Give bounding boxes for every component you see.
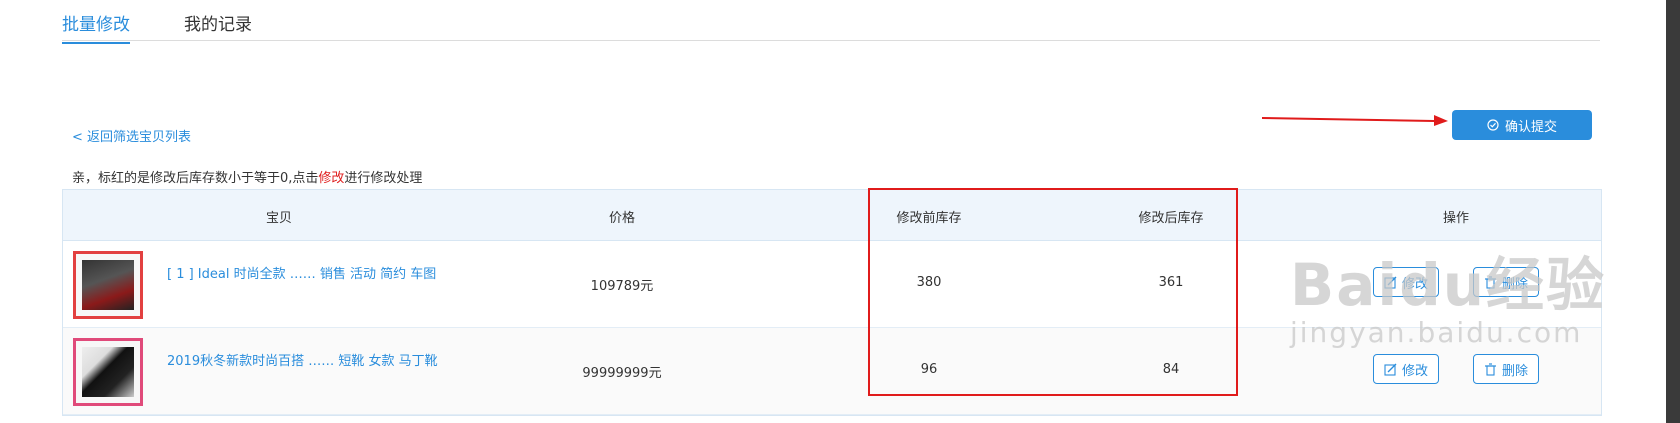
confirm-submit-button[interactable]: 确认提交 bbox=[1452, 110, 1592, 140]
annotation-arrow bbox=[1262, 115, 1448, 126]
table-row: [ 1 ] Ideal 时尚全款 …… 销售 活动 简约 车图 109789元 … bbox=[63, 241, 1601, 328]
delete-button[interactable]: 删除 bbox=[1473, 267, 1540, 297]
header-actions: 操作 bbox=[1442, 211, 1470, 226]
price-cell: 99999999元 bbox=[582, 366, 662, 381]
confirm-submit-label: 确认提交 bbox=[1504, 119, 1557, 135]
header-product: 宝贝 bbox=[265, 211, 293, 226]
product-thumbnail[interactable] bbox=[73, 338, 143, 406]
header-price: 价格 bbox=[608, 211, 636, 226]
header-stock-before: 修改前库存 bbox=[896, 211, 962, 226]
header-stock-after: 修改后库存 bbox=[1138, 211, 1204, 226]
notice-highlight: 修改 bbox=[318, 171, 345, 186]
edit-button[interactable]: 修改 bbox=[1373, 267, 1440, 297]
trash-icon bbox=[1485, 275, 1496, 289]
notice-prefix: 亲，标红的是修改后库存数小于等于0,点击 bbox=[72, 171, 319, 186]
edit-button[interactable]: 修改 bbox=[1373, 354, 1440, 384]
delete-label: 删除 bbox=[1502, 276, 1529, 292]
edit-icon bbox=[1384, 363, 1397, 376]
stock-before-cell: 380 bbox=[916, 275, 942, 290]
edit-icon bbox=[1384, 276, 1397, 289]
delete-label: 删除 bbox=[1502, 363, 1529, 379]
product-thumbnail[interactable] bbox=[73, 251, 143, 319]
edit-label: 修改 bbox=[1402, 363, 1429, 379]
edit-label: 修改 bbox=[1402, 276, 1429, 292]
product-title-link[interactable]: [ 1 ] Ideal 时尚全款 …… 销售 活动 简约 车图 bbox=[167, 265, 457, 284]
tab-batch-edit[interactable]: 批量修改 bbox=[62, 10, 130, 44]
price-cell: 109789元 bbox=[590, 279, 654, 294]
window-edge bbox=[1666, 0, 1680, 423]
product-title-link[interactable]: 2019秋冬新款时尚百搭 …… 短靴 女款 马丁靴 bbox=[167, 352, 457, 371]
trash-icon bbox=[1485, 362, 1496, 376]
notice-suffix: 进行修改处理 bbox=[344, 171, 423, 186]
table-header: 宝贝 价格 修改前库存 修改后库存 操作 bbox=[63, 190, 1601, 241]
stock-before-cell: 96 bbox=[920, 362, 938, 377]
notice-text: 亲，标红的是修改后库存数小于等于0,点击修改进行修改处理 bbox=[72, 167, 422, 186]
delete-button[interactable]: 删除 bbox=[1473, 354, 1540, 384]
stock-after-cell: 84 bbox=[1162, 362, 1180, 377]
stock-after-cell: 361 bbox=[1158, 275, 1184, 290]
table-row: 2019秋冬新款时尚百搭 …… 短靴 女款 马丁靴 99999999元 96 8… bbox=[63, 328, 1601, 415]
tab-bar: 批量修改 我的记录 bbox=[62, 0, 1600, 44]
tab-my-records[interactable]: 我的记录 bbox=[184, 10, 252, 35]
check-circle-icon bbox=[1487, 119, 1499, 131]
back-to-list-link[interactable]: < 返回筛选宝贝列表 bbox=[72, 126, 191, 145]
product-table: 宝贝 价格 修改前库存 修改后库存 操作 [ 1 ] Ideal 时尚全款 ……… bbox=[62, 189, 1602, 416]
